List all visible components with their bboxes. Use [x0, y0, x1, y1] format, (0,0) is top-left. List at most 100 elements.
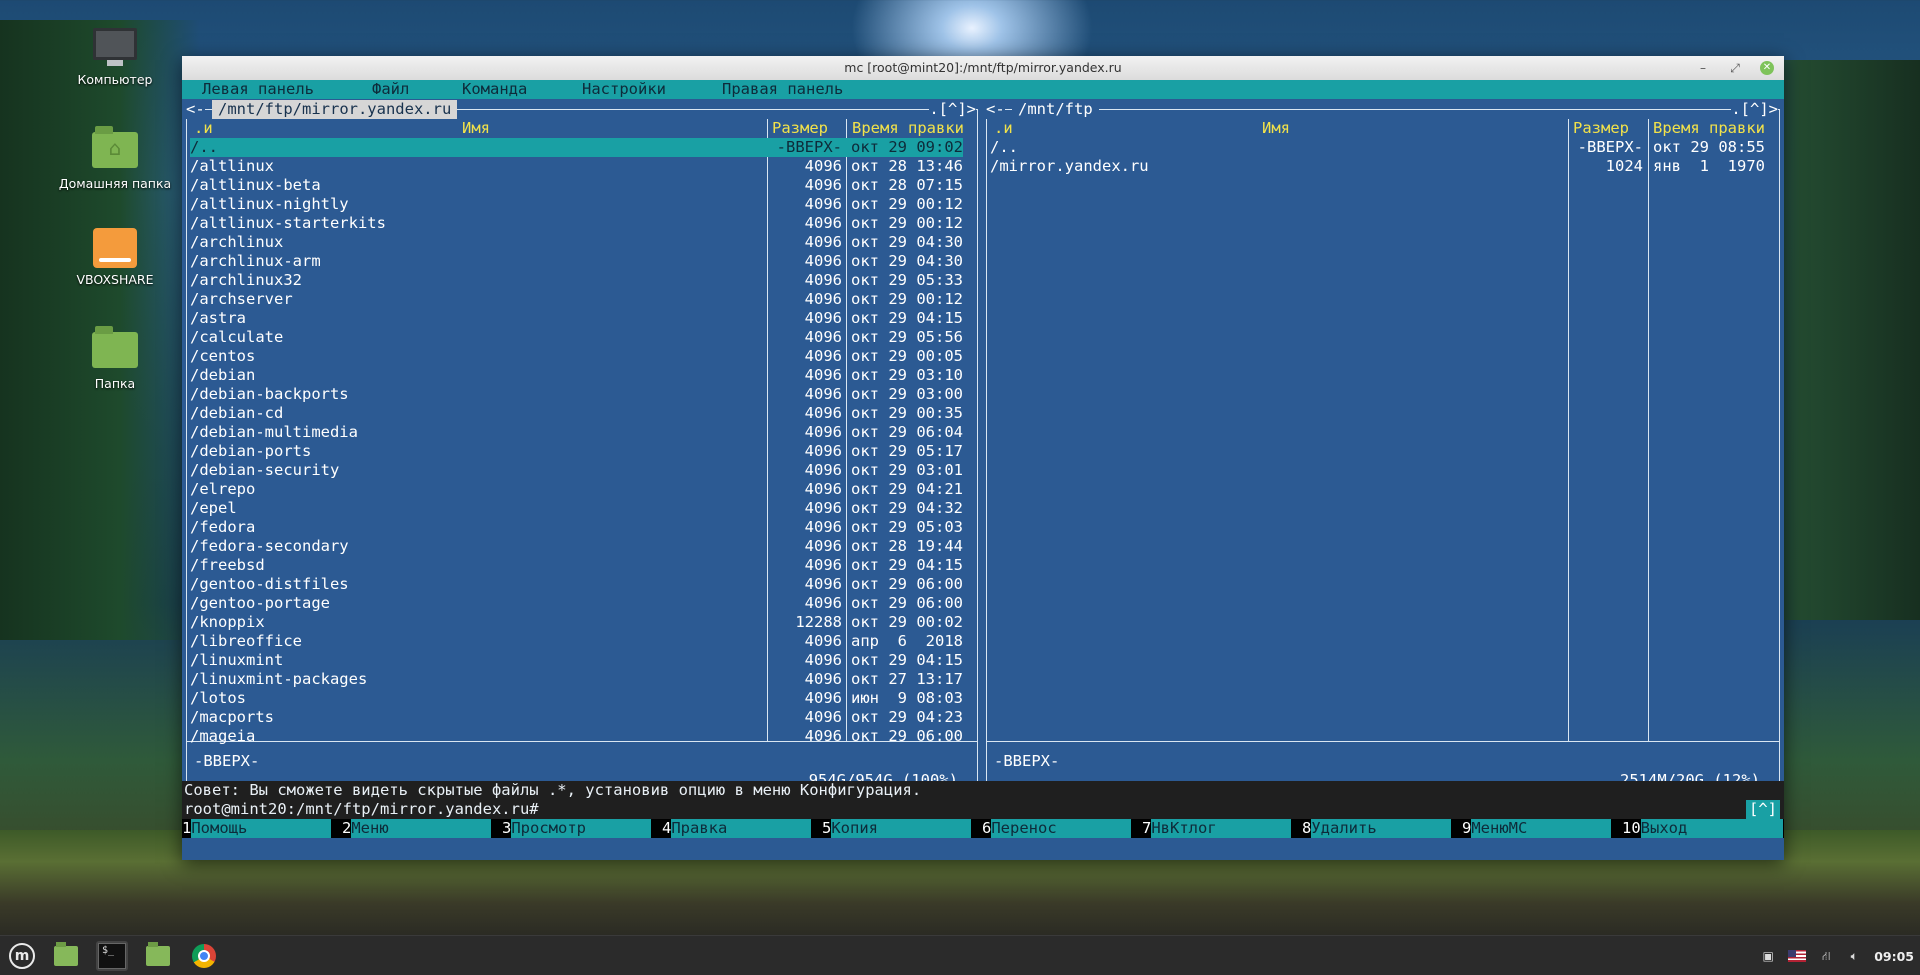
- file-name: /..: [190, 138, 218, 156]
- menu-file[interactable]: Файл: [372, 80, 409, 99]
- desktop-icon-computer[interactable]: Компьютер: [40, 28, 190, 87]
- file-mtime: окт 29 05:17: [851, 442, 963, 460]
- file-row[interactable]: /freebsd 4096 окт 29 04:15: [190, 556, 963, 575]
- fkey-move[interactable]: 6Перенос: [982, 819, 1132, 838]
- keyboard-layout-flag-icon[interactable]: [1788, 950, 1807, 962]
- file-row[interactable]: /astra 4096 окт 29 04:15: [190, 309, 963, 328]
- fkey-label: Помощь: [191, 819, 332, 838]
- fkey-copy[interactable]: 5Копия: [822, 819, 972, 838]
- left-panel-corner-right[interactable]: .[^]>: [929, 100, 976, 119]
- left-header-mtime[interactable]: Время правки: [852, 119, 964, 138]
- command-prompt[interactable]: root@mint20:/mnt/ftp/mirror.yandex.ru#: [184, 800, 539, 819]
- file-row[interactable]: /archlinux32 4096 окт 29 05:33: [190, 271, 963, 290]
- file-row[interactable]: /mageia 4096 окт 29 06:00: [190, 727, 963, 746]
- files-icon: [54, 942, 78, 966]
- fkey-edit[interactable]: 4Правка: [662, 819, 812, 838]
- file-row[interactable]: /altlinux-beta 4096 окт 28 07:15: [190, 176, 963, 195]
- file-row[interactable]: /archserver 4096 окт 29 00:12: [190, 290, 963, 309]
- screenshot-icon[interactable]: ▣: [1760, 949, 1776, 963]
- clock[interactable]: 09:05: [1874, 949, 1914, 964]
- file-size: 4096: [804, 689, 842, 707]
- menu-settings[interactable]: Настройки: [582, 80, 666, 99]
- file-row[interactable]: /centos 4096 окт 29 00:05: [190, 347, 963, 366]
- fkey-pulldown[interactable]: 9МенюМС: [1462, 819, 1612, 838]
- left-status-line: -ВВЕРХ-: [194, 752, 260, 770]
- file-row[interactable]: /archlinux-arm 4096 окт 29 04:30: [190, 252, 963, 271]
- minimize-button[interactable]: –: [1696, 56, 1710, 80]
- close-button[interactable]: ✕: [1760, 61, 1774, 75]
- left-header-sort[interactable]: .и: [194, 119, 213, 138]
- file-name: /elrepo: [190, 480, 256, 498]
- right-header-mtime[interactable]: Время правки: [1653, 119, 1765, 138]
- file-row[interactable]: /altlinux-nightly 4096 окт 29 00:12: [190, 195, 963, 214]
- file-name: /debian-ports: [190, 442, 312, 460]
- menu-left-panel[interactable]: Левая панель: [202, 80, 314, 99]
- taskbar-files[interactable]: [50, 941, 82, 971]
- file-row[interactable]: /macports 4096 окт 29 04:23: [190, 708, 963, 727]
- left-panel-corner-left: <-: [186, 100, 205, 119]
- file-row[interactable]: /gentoo-portage 4096 окт 29 06:00: [190, 594, 963, 613]
- file-size: -ВВЕРХ-: [1577, 138, 1643, 156]
- file-size: 4096: [804, 366, 842, 384]
- fkey-quit[interactable]: 10Выход: [1622, 819, 1783, 838]
- taskbar-terminal[interactable]: $_: [96, 941, 128, 971]
- fkey-menu[interactable]: 2Меню: [342, 819, 492, 838]
- file-size: 4096: [804, 404, 842, 422]
- mint-menu-button[interactable]: m: [6, 941, 38, 971]
- file-row[interactable]: /debian-backports 4096 окт 29 03:00: [190, 385, 963, 404]
- fkey-view[interactable]: 3Просмотр: [502, 819, 652, 838]
- file-mtime: окт 29 00:12: [851, 290, 963, 308]
- file-row[interactable]: /.. -ВВЕРХ-окт 29 08:55: [990, 138, 1765, 157]
- desktop-icon-home[interactable]: Домашняя папка: [40, 126, 190, 191]
- left-panel-path[interactable]: /mnt/ftp/mirror.yandex.ru: [212, 100, 458, 119]
- taskbar-folder[interactable]: [142, 941, 174, 971]
- window-titlebar[interactable]: mc [root@mint20]:/mnt/ftp/mirror.yandex.…: [182, 56, 1784, 80]
- network-icon[interactable]: ⛙: [1818, 949, 1834, 963]
- file-row[interactable]: /elrepo 4096 окт 29 04:21: [190, 480, 963, 499]
- left-panel[interactable]: <- /mnt/ftp/mirror.yandex.ru .[^]> .и Им…: [182, 99, 982, 790]
- right-header-size[interactable]: Размер: [1573, 119, 1629, 138]
- file-row[interactable]: /mirror.yandex.ru 1024 янв 1 1970: [990, 157, 1765, 176]
- file-size: 4096: [804, 632, 842, 650]
- file-mtime: окт 29 04:15: [851, 651, 963, 669]
- file-row[interactable]: /altlinux-starterkits 4096 окт 29 00:12: [190, 214, 963, 233]
- file-row[interactable]: /debian-ports 4096 окт 29 05:17: [190, 442, 963, 461]
- desktop-icon-folder[interactable]: Папка: [40, 326, 190, 391]
- right-panel[interactable]: <- /mnt/ftp .[^]> .и Имя Размер Время пр…: [982, 99, 1784, 790]
- right-header-sort[interactable]: .и: [994, 119, 1013, 138]
- taskbar-chrome[interactable]: [188, 941, 220, 971]
- left-header-size[interactable]: Размер: [772, 119, 828, 138]
- fkey-mkdir[interactable]: 7НвКтлог: [1142, 819, 1292, 838]
- menu-command[interactable]: Команда: [462, 80, 527, 99]
- file-row[interactable]: /libreoffice 4096 апр 6 2018: [190, 632, 963, 651]
- file-row[interactable]: /linuxmint 4096 окт 29 04:15: [190, 651, 963, 670]
- file-row[interactable]: /archlinux 4096 окт 29 04:30: [190, 233, 963, 252]
- file-row[interactable]: /fedora-secondary 4096 окт 28 19:44: [190, 537, 963, 556]
- file-row[interactable]: /calculate 4096 окт 29 05:56: [190, 328, 963, 347]
- file-row[interactable]: /lotos 4096 июн 9 08:03: [190, 689, 963, 708]
- left-header-name[interactable]: Имя: [462, 119, 490, 138]
- file-row[interactable]: /epel 4096 окт 29 04:32: [190, 499, 963, 518]
- file-name: /fedora: [190, 518, 256, 536]
- file-row[interactable]: /gentoo-distfiles 4096 окт 29 06:00: [190, 575, 963, 594]
- desktop-icon-vboxshare[interactable]: VBOXSHARE: [40, 228, 190, 287]
- maximize-button[interactable]: ⤢: [1728, 56, 1742, 80]
- file-row[interactable]: /.. -ВВЕРХ-окт 29 09:02: [190, 138, 963, 157]
- file-row[interactable]: /knoppix 12288 окт 29 00:02: [190, 613, 963, 632]
- fkey-delete[interactable]: 8Удалить: [1302, 819, 1452, 838]
- fkey-help[interactable]: 1Помощь: [182, 819, 332, 838]
- file-row[interactable]: /debian-multimedia 4096 окт 29 06:04: [190, 423, 963, 442]
- right-panel-corner-right[interactable]: .[^]>: [1731, 100, 1778, 119]
- right-panel-path[interactable]: /mnt/ftp: [1012, 100, 1099, 119]
- file-row[interactable]: /linuxmint-packages 4096 окт 27 13:17: [190, 670, 963, 689]
- mint-menu-icon: m: [9, 943, 35, 969]
- right-header-name[interactable]: Имя: [1262, 119, 1290, 138]
- volume-icon[interactable]: 🔈︎: [1846, 949, 1862, 963]
- file-name: /altlinux: [190, 157, 274, 175]
- file-row[interactable]: /fedora 4096 окт 29 05:03: [190, 518, 963, 537]
- file-row[interactable]: /debian-cd 4096 окт 29 00:35: [190, 404, 963, 423]
- file-row[interactable]: /debian-security 4096 окт 29 03:01: [190, 461, 963, 480]
- file-row[interactable]: /altlinux 4096 окт 28 13:46: [190, 157, 963, 176]
- file-row[interactable]: /debian 4096 окт 29 03:10: [190, 366, 963, 385]
- menu-right-panel[interactable]: Правая панель: [722, 80, 843, 99]
